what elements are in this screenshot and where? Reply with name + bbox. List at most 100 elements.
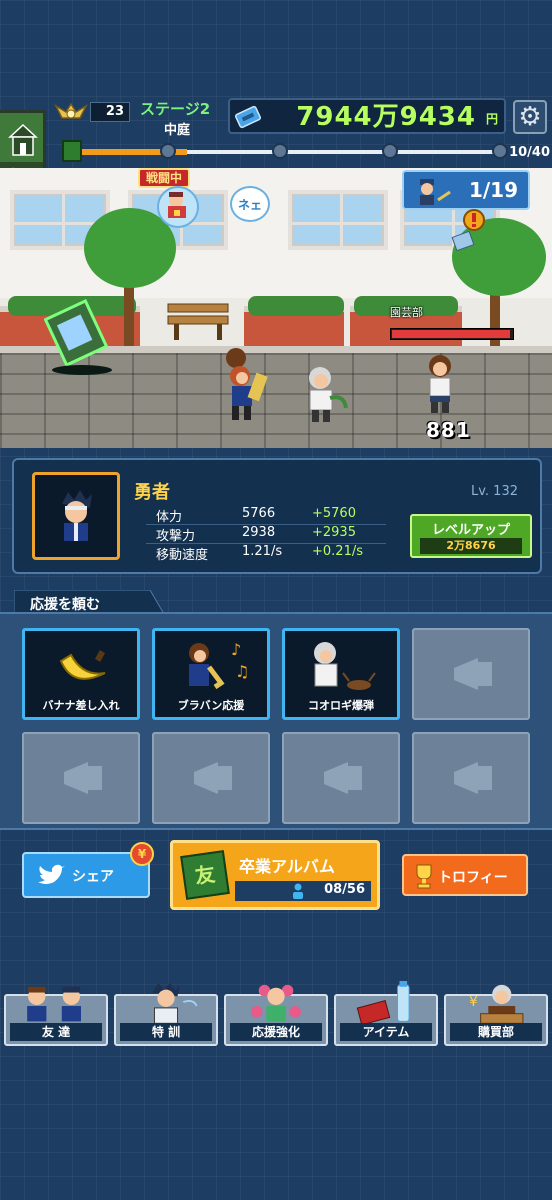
card-item-icon [44, 299, 112, 375]
share-reward-badge: ¥ [130, 842, 154, 866]
megaphone-icon [324, 762, 362, 794]
alert-enemy-icon [451, 209, 485, 252]
stat-value: 5766 [242, 506, 276, 521]
trophy-button[interactable]: トロフィー [402, 854, 528, 896]
gear-icon: ⚙ [518, 102, 542, 132]
skill-slot-empty[interactable] [152, 732, 270, 824]
ally-scientist-sprite [309, 367, 348, 422]
money-display: 7944万9434 円 [228, 98, 506, 134]
stat-label: 体力 [156, 510, 183, 525]
settings-button[interactable]: ⚙ [513, 100, 547, 134]
winged-badge-icon [54, 102, 88, 119]
nav-tab-support-upgrade[interactable]: 応援強化 [224, 984, 328, 1046]
hero-avatar-icon [62, 490, 92, 541]
bottom-navigation: 友 達 特 訓 応援強化 アイテム ¥ 購買部 [0, 980, 552, 1072]
nav-tab-items[interactable]: アイテム [334, 981, 438, 1046]
trophy-icon [416, 864, 432, 889]
nav-label: 友 達 [10, 1023, 102, 1041]
svg-text:♪: ♪ [231, 640, 241, 659]
twitter-bird-icon [38, 864, 65, 884]
graduation-album-button[interactable]: 友 卒業アルバム 08/56 [170, 840, 380, 910]
speech-bubble: ネェ [230, 186, 270, 222]
nav-label: 購買部 [450, 1023, 542, 1041]
stat-increase: +0.21/s [312, 544, 363, 559]
level-up-label: レベルアップ [431, 523, 510, 538]
megaphone-icon [454, 762, 492, 794]
money-value: 7944万9434 [296, 102, 476, 132]
enemy-club-label: 園芸部 [390, 306, 423, 319]
support-skill-grid: バナナ差し入れ ♪ ♫ ブラバン応援 コオロギ爆弾 [0, 612, 552, 830]
cricket-bomb-icon [314, 642, 376, 690]
nav-tab-friends[interactable]: 友 達 [4, 986, 108, 1046]
skill-slot-empty[interactable] [22, 732, 140, 824]
svg-text:♫: ♫ [235, 662, 249, 681]
skill-slot-cricket-bomb[interactable]: コオロギ爆弾 [282, 628, 400, 720]
brass-band-icon: ♪ ♫ [189, 640, 249, 690]
bench [167, 303, 229, 340]
stage-name: ステージ2 [140, 100, 211, 118]
share-label: シェア [72, 869, 114, 885]
nav-tab-training[interactable]: 特 訓 [114, 982, 218, 1046]
album-label: 卒業アルバム [239, 857, 335, 876]
progress-count: 10/40 [509, 145, 550, 160]
banana-icon [59, 650, 106, 680]
enemy-student-sprite [429, 355, 451, 413]
album-progress: 08/56 [235, 881, 371, 901]
stage-progress: 10/40 [60, 140, 550, 164]
hero-level: Lv. 132 [470, 484, 518, 499]
stage-location: 中庭 [164, 123, 191, 138]
rank-display: 23 [54, 100, 132, 124]
battle-scene[interactable]: 戦闘中 ネェ 1/19 園芸部 881 [0, 168, 552, 448]
skill-slot-empty[interactable] [282, 732, 400, 824]
nav-tab-shop[interactable]: ¥ 購買部 [444, 984, 548, 1046]
enemy-hp-fill [392, 330, 510, 338]
skill-slot-empty[interactable] [412, 628, 530, 720]
hedge [248, 296, 344, 316]
stat-row-speed: 移動速度 1.21/s +0.21/s [146, 544, 386, 563]
school-window [288, 190, 388, 250]
hero-portrait[interactable] [32, 472, 120, 560]
top-hud: ガチャ 23 ステージ2 中庭 7944万9434 円 ⚙ 10/40 [0, 0, 552, 188]
support-title: 応援を頼む [30, 597, 100, 613]
skill-slot-empty[interactable] [412, 732, 530, 824]
level-up-button[interactable]: レベルアップ 2万8676 [410, 514, 532, 558]
police-enemy-icon [420, 179, 451, 205]
rank-number: 23 [90, 102, 130, 122]
level-up-cost: 2万8676 [420, 538, 522, 554]
start-flag-icon [62, 140, 82, 162]
nav-label: 応援強化 [230, 1023, 322, 1041]
hero-flying-sprite [157, 186, 199, 228]
skill-name: バナナ差し入れ [42, 699, 120, 712]
album-book-icon: 友 [180, 850, 230, 900]
megaphone-icon [64, 762, 102, 794]
progress-node [272, 143, 288, 159]
stat-increase: +2935 [312, 525, 356, 540]
stat-label: 移動速度 [156, 548, 209, 563]
player-hero-sprite [226, 348, 268, 420]
damage-number: 881 [426, 418, 471, 442]
progress-node [382, 143, 398, 159]
progress-node [160, 143, 176, 159]
skill-name: ブラバン応援 [177, 699, 245, 712]
stat-row-hp: 体力 5766 +5760 [146, 506, 386, 525]
stat-value: 2938 [242, 525, 276, 540]
enemy-counter: 1/19 [402, 170, 530, 210]
hero-name: 勇者 [134, 482, 170, 503]
stat-label: 攻撃力 [156, 529, 196, 544]
enemy-hp-bar [390, 328, 514, 340]
stat-increase: +5760 [312, 506, 356, 521]
stat-value: 1.21/s [242, 544, 283, 559]
skill-slot-banana[interactable]: バナナ差し入れ [22, 628, 140, 720]
money-unit: 円 [485, 112, 498, 126]
megaphone-icon [194, 762, 232, 794]
progress-node [492, 143, 508, 159]
skill-slot-brass-band[interactable]: ♪ ♫ ブラバン応援 [152, 628, 270, 720]
enemy-count: 1/19 [468, 178, 518, 202]
svg-text:¥: ¥ [469, 995, 478, 1010]
nav-label: アイテム [340, 1023, 432, 1041]
ticket-money-icon [234, 105, 262, 129]
school-house-icon [8, 123, 38, 156]
stat-row-attack: 攻撃力 2938 +2935 [146, 525, 386, 544]
nav-label: 特 訓 [120, 1023, 212, 1041]
megaphone-icon [454, 658, 492, 690]
